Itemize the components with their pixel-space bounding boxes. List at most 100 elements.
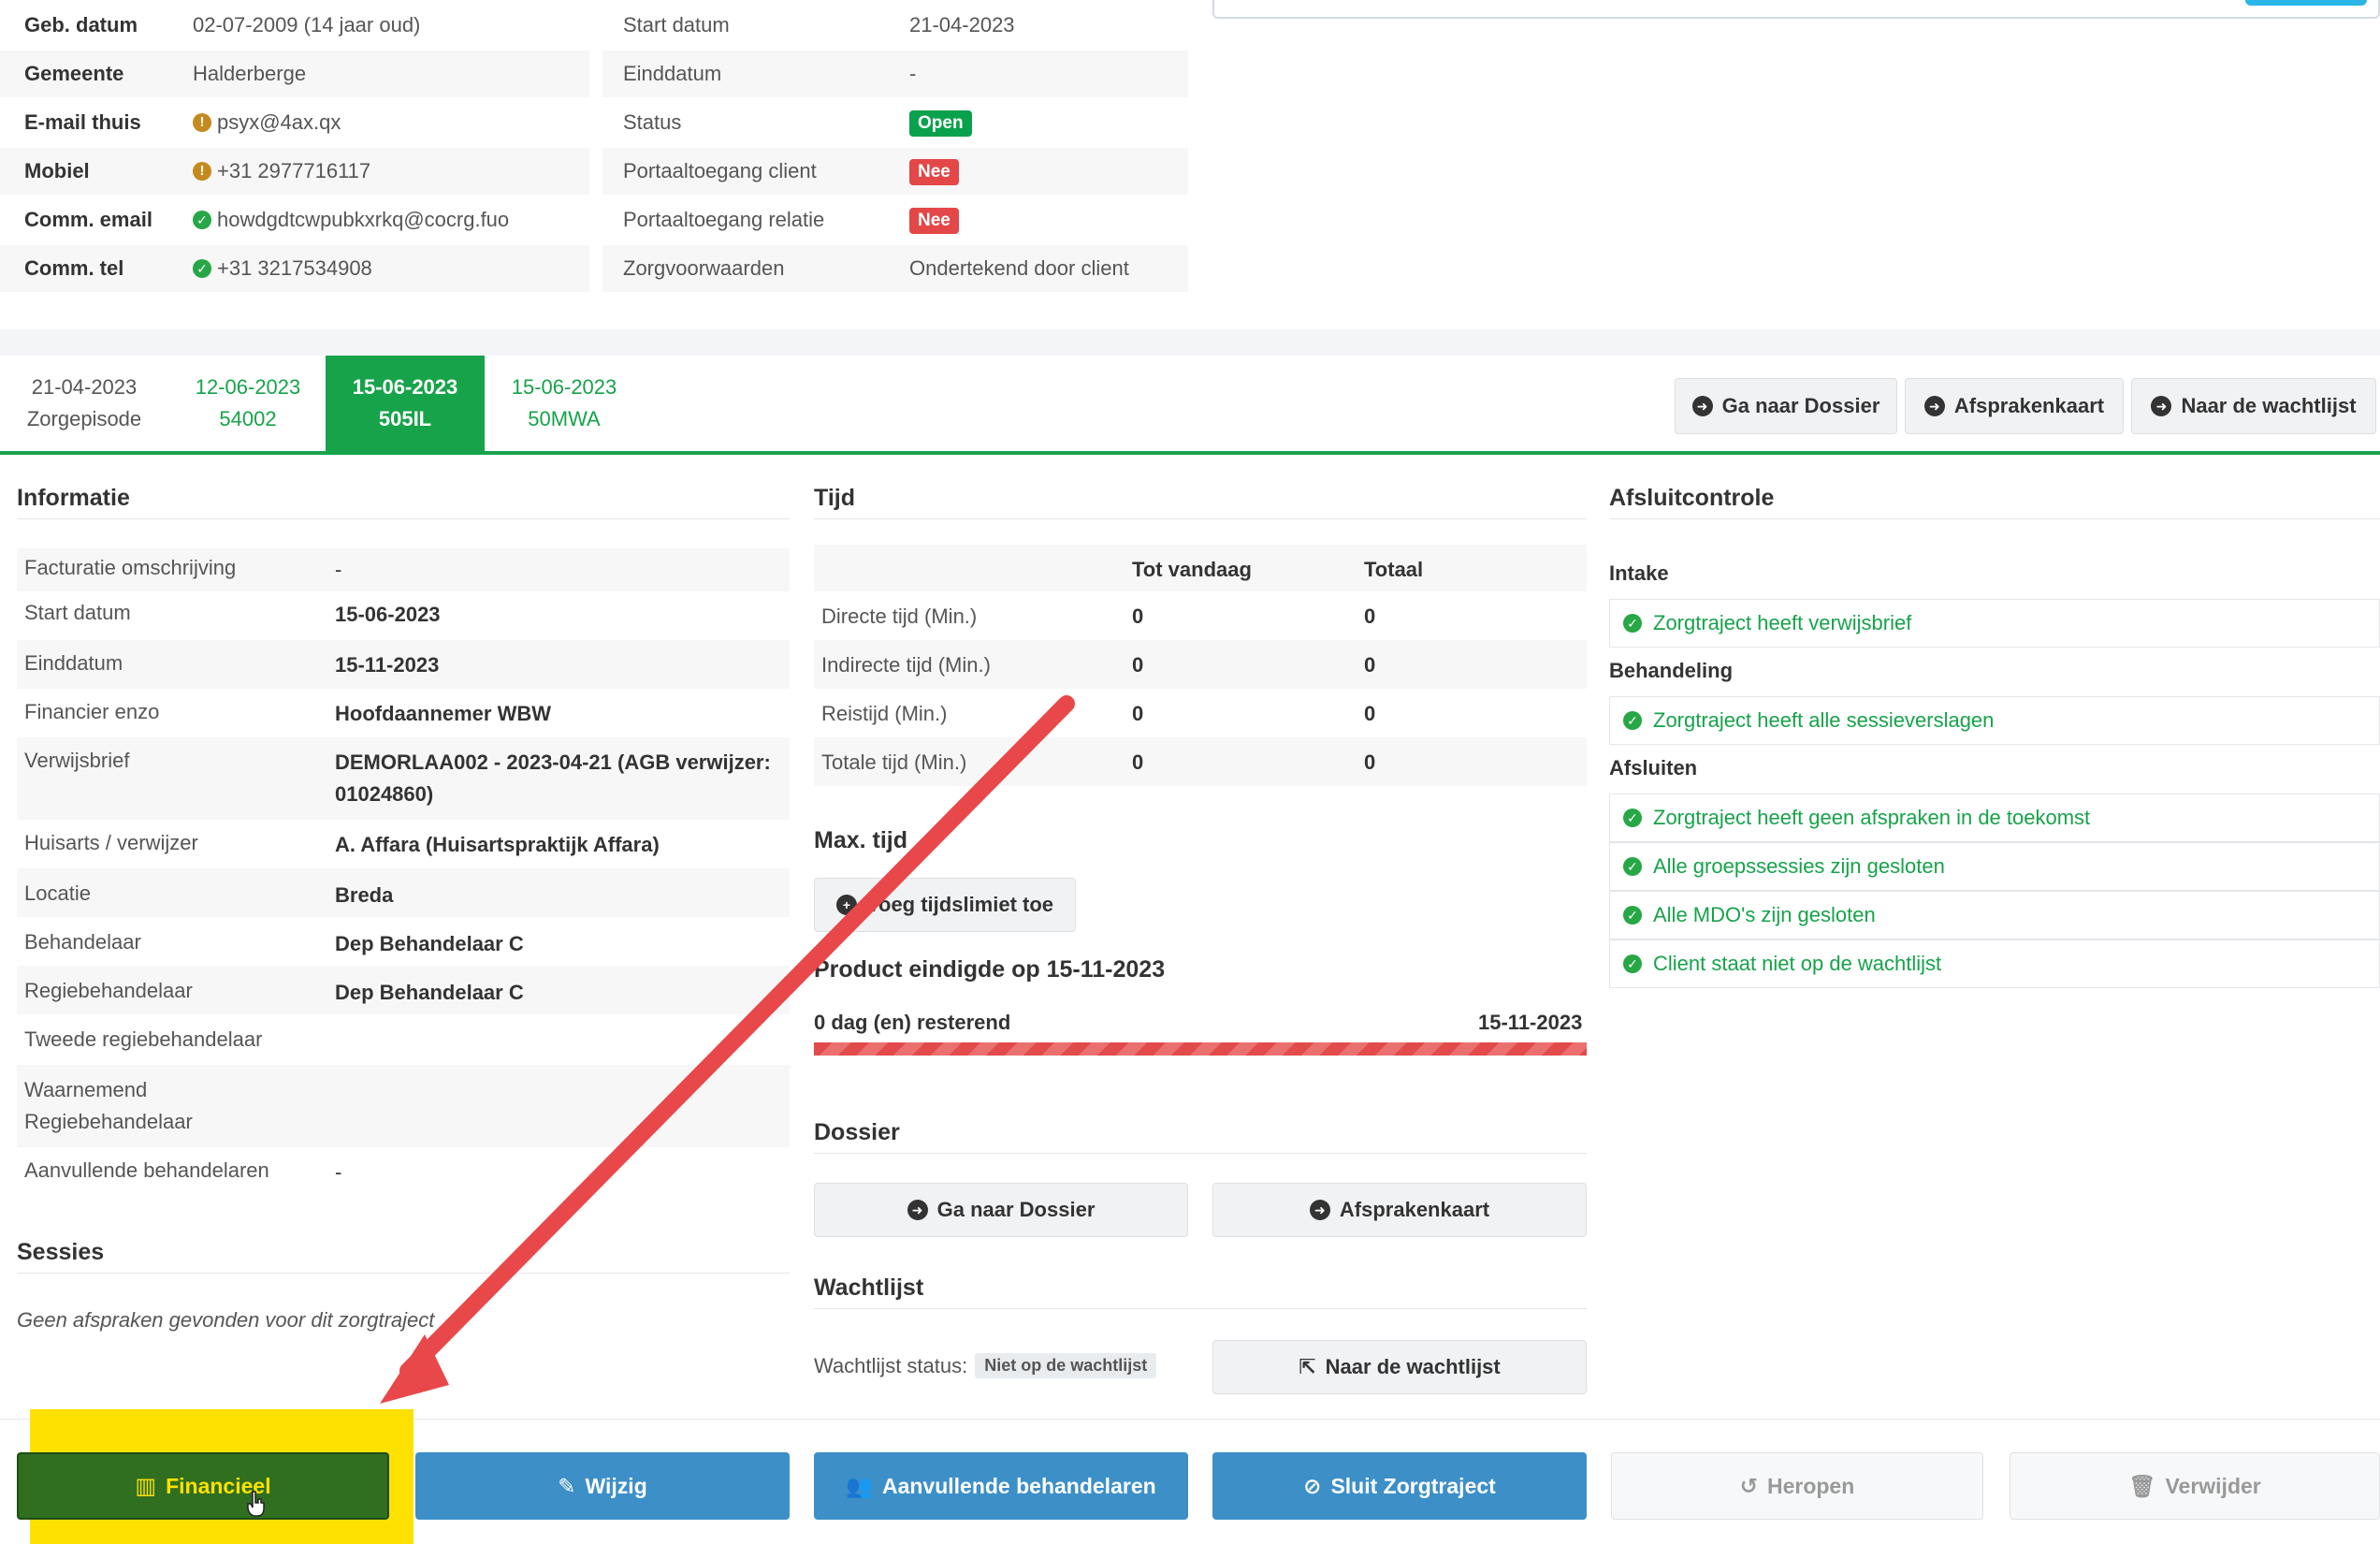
divider [814,1153,1587,1154]
afsluitcontrole-title: Afsluitcontrole [1609,485,1775,511]
divider [17,1273,790,1274]
add-time-limit-button[interactable]: + Voeg tijdslimiet toe [814,878,1076,932]
field-value: - [909,62,917,85]
afsluit-group-afsluiten: Afsluiten [1609,756,1698,779]
wachtlijst-status: Wachtlijst status: Niet op de wachtlijst [814,1353,1157,1378]
afsluit-check-item: ✓ Alle MDO's zijn gesloten [1609,891,2380,940]
afsluit-check-item: ✓ Alle groepssessies zijn gesloten [1609,842,2380,891]
naar-wachtlijst-button[interactable]: ⇱ Naar de wachtlijst [1212,1340,1587,1394]
search-box[interactable] [1212,0,2380,19]
arrow-circle-icon: ➜ [1691,396,1713,416]
check-circle-icon: ✓ [1623,857,1642,876]
pencil-icon: ✎ [558,1473,576,1498]
sluit-zorgtraject-button[interactable]: ⊘ Sluit Zorgtraject [1212,1452,1587,1520]
divider [17,518,790,519]
trajectory-row: Start datum 21-04-2023 [602,2,1188,49]
check-circle-icon: ✓ [1623,906,1642,925]
tab-505il[interactable]: 15-06-2023 505IL [326,356,485,451]
check-icon: ✓ [193,259,211,278]
tab-50mwa[interactable]: 15-06-2023 50MWA [485,356,644,451]
ban-icon: ⊘ [1303,1473,1322,1498]
info-row: Einddatum 15-11-2023 [17,640,790,689]
tijd-row: Indirecte tijd (Min.) 0 0 [814,640,1587,689]
trajectory-row: Status Open [602,99,1188,146]
warning-icon: ! [193,162,211,181]
portal-relation-badge: Nee [909,207,959,234]
client-row: E-mail thuis ! psyx@4ax.qx [0,99,589,146]
info-row: Verwijsbrief DEMORLAA002 - 2023-04-21 (A… [17,737,790,820]
search-button[interactable] [2245,0,2367,6]
check-circle-icon: ✓ [1623,614,1642,633]
info-row: Tweede regiebehandelaar [24,1027,263,1051]
aanvullende-behandelaren-button[interactable]: 👥 Aanvullende behandelaren [814,1452,1188,1520]
header-afsprakenkaart-button[interactable]: ➜ Afsprakenkaart [1905,378,2124,434]
field-label: Mobiel [24,159,90,182]
status-badge: Open [909,109,972,137]
arrow-circle-icon: ➜ [1309,1200,1330,1220]
field-value: ! psyx@4ax.qx [193,110,341,135]
field-label: Einddatum [623,62,722,85]
field-label: Zorgvoorwaarden [623,256,785,280]
bar-chart-icon: ▥ [135,1473,157,1499]
client-row: Geb. datum 02-07-2009 (14 jaar oud) [0,2,589,49]
heropen-button[interactable]: ↺ Heropen [1611,1452,1983,1520]
check-circle-icon: ✓ [1623,711,1642,730]
info-row: Waarnemend Regiebehandelaar [17,1065,790,1147]
info-row: Start datum 15-06-2023 [24,601,441,626]
check-icon: ✓ [193,211,211,229]
ga-naar-dossier-button[interactable]: ➜ Ga naar Dossier [814,1183,1188,1237]
plus-circle-icon: + [835,895,857,915]
product-end-title: Product eindigde op 15-11-2023 [814,956,1166,983]
check-circle-icon: ✓ [1623,808,1642,827]
status-badge-wrap: Open [909,109,972,137]
wijzig-button[interactable]: ✎ Wijzig [415,1452,790,1520]
arrow-circle-icon: ➜ [1923,396,1945,416]
tab-54002[interactable]: 12-06-2023 54002 [168,356,327,451]
field-label: Geb. datum [24,13,138,36]
info-row: Huisarts / verwijzer A. Affara (Huisarts… [24,831,660,856]
client-row: Gemeente Halderberge [0,51,589,97]
field-value: ✓ howdgdtcwpubkxrkq@cocrg.fuo [193,208,509,232]
field-label: Comm. email [24,208,152,231]
field-value: 21-04-2023 [909,13,1015,36]
divider [814,518,1587,519]
field-label: Portaaltoegang relatie [623,208,825,231]
info-row: Behandelaar Dep Behandelaar C [24,930,524,955]
info-row: Aanvullende behandelaren - [24,1158,342,1184]
header-ga-naar-dossier-button[interactable]: ➜ Ga naar Dossier [1675,378,1897,434]
divider [814,1308,1587,1309]
arrow-circle-icon: ➜ [907,1200,928,1220]
trash-icon: 🗑 [2128,1473,2156,1498]
field-value: Ondertekend door client [909,256,1129,280]
field-label: Gemeente [24,62,124,85]
afsluit-check-item: ✓ Zorgtraject heeft geen afspraken in de … [1609,794,2380,842]
warning-icon: ! [193,113,211,132]
divider [1609,518,2380,519]
hand-cursor-icon [247,1491,265,1517]
afsprakenkaart-button[interactable]: ➜ Afsprakenkaart [1212,1183,1587,1237]
info-row: Locatie Breda [17,868,790,917]
dossier-title: Dossier [814,1119,900,1145]
product-end-date: 15-11-2023 [1478,1011,1583,1034]
tab-zorgepisode[interactable]: 21-04-2023 Zorgepisode [9,356,159,451]
portal-client-badge: Nee [909,158,959,185]
field-label: Start datum [623,13,730,36]
tijd-row: Totale tijd (Min.) 0 0 [814,737,1587,786]
client-row: Mobiel ! +31 2977716117 [0,148,589,195]
tijd-header-row: Tot vandaag Totaal [814,545,1587,591]
portal-relation-badge-wrap: Nee [909,207,959,234]
field-label: E-mail thuis [24,110,141,134]
sessies-empty-text: Geen afspraken gevonden voor dit zorgtra… [17,1308,435,1332]
afsluit-check-item: ✓ Zorgtraject heeft alle sessieverslagen [1609,696,2380,745]
arrow-circle-icon: ➜ [2151,396,2172,416]
financieel-button[interactable]: ▥ Financieel [17,1452,389,1520]
trajectory-row: Portaaltoegang relatie Nee [602,197,1188,243]
tijd-title: Tijd [814,485,855,511]
client-row: Comm. tel ✓ +31 3217534908 [0,245,589,292]
client-row: Comm. email ✓ howdgdtcwpubkxrkq@cocrg.fuo [0,197,589,243]
field-value: ✓ +31 3217534908 [193,256,372,281]
trajectory-row: Einddatum - [602,51,1188,97]
tijd-row: Directe tijd (Min.) 0 0 [821,604,1376,628]
header-naar-wachtlijst-button[interactable]: ➜ Naar de wachtlijst [2131,378,2376,434]
verwijder-button[interactable]: 🗑 Verwijder [2010,1452,2380,1520]
